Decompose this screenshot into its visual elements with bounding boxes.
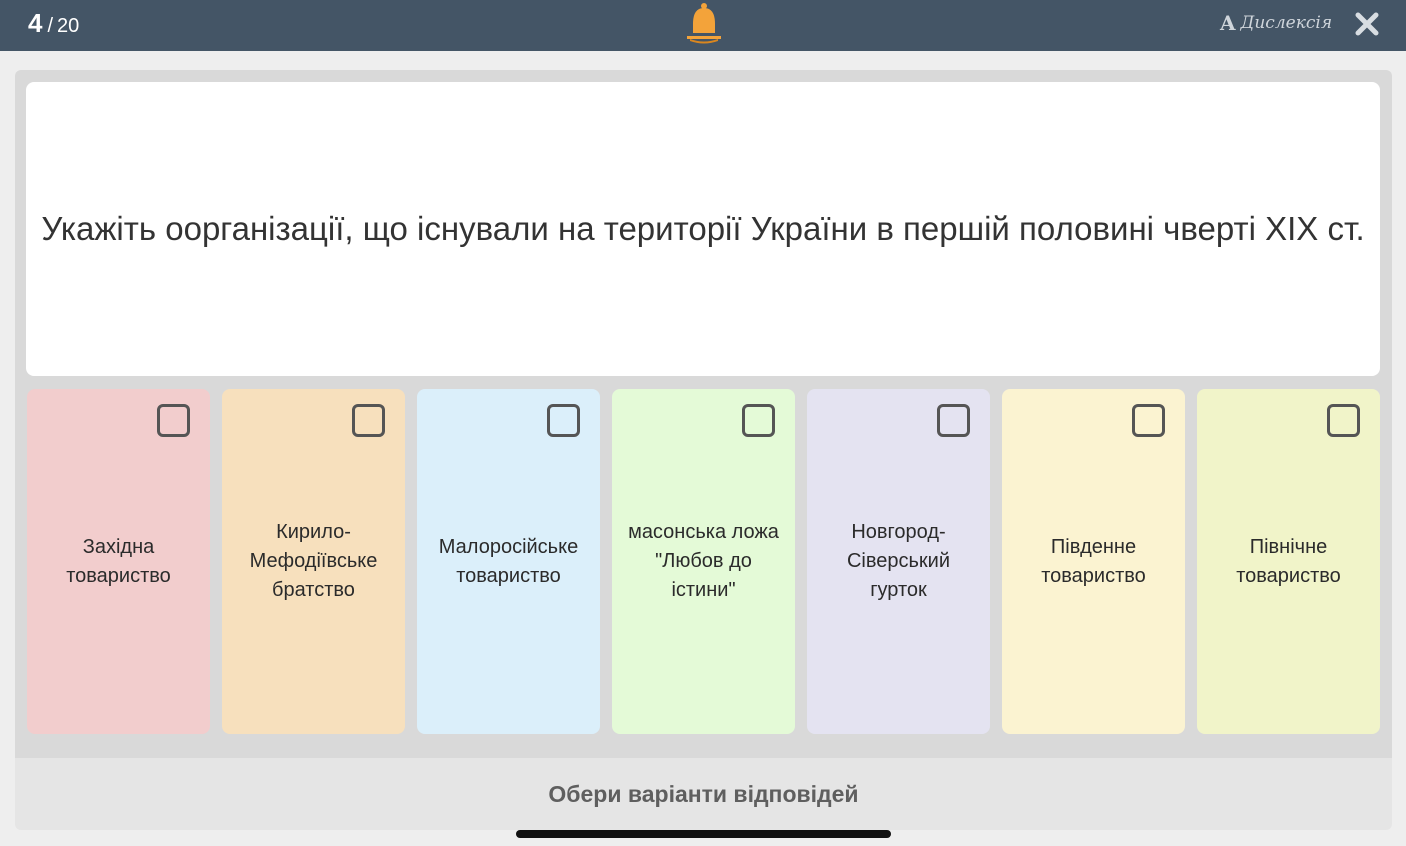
question-text: Укажіть оорганізації, що існували на тер… bbox=[26, 82, 1380, 376]
quiz-frame: Укажіть оорганізації, що існували на тер… bbox=[15, 70, 1392, 758]
option-label: Кирило-Мефодіївське братство bbox=[249, 521, 378, 601]
checkbox[interactable] bbox=[157, 404, 190, 437]
option-card[interactable]: Західна товариство bbox=[27, 389, 210, 734]
close-icon[interactable] bbox=[1352, 9, 1382, 39]
dyslexia-label: Дислексія bbox=[1240, 13, 1333, 33]
top-bar: 4 / 20 A Дислексія bbox=[0, 0, 1406, 51]
bell-icon[interactable] bbox=[684, 2, 724, 46]
answer-instruction-bar: Обери варіанти відповідей bbox=[15, 758, 1392, 830]
checkbox[interactable] bbox=[1327, 404, 1360, 437]
checkbox[interactable] bbox=[352, 404, 385, 437]
option-card[interactable]: Кирило-Мефодіївське братство bbox=[222, 389, 405, 734]
total-questions: 20 bbox=[57, 15, 80, 37]
instruction-text: Обери варіанти відповідей bbox=[548, 780, 859, 807]
checkbox[interactable] bbox=[937, 404, 970, 437]
option-card[interactable]: Новгород-Сіверський гурток bbox=[807, 389, 990, 734]
checkbox[interactable] bbox=[1132, 404, 1165, 437]
question-progress: 4 / 20 bbox=[28, 8, 79, 40]
dyslexia-toggle[interactable]: A Дислексія bbox=[1220, 10, 1332, 36]
answer-options: Західна товариство Кирило-Мефодіївське б… bbox=[27, 389, 1380, 734]
option-label: Малоросійське товариство bbox=[438, 535, 579, 587]
option-label: Новгород-Сіверський гурток bbox=[846, 521, 951, 601]
progress-separator: / bbox=[47, 15, 54, 37]
current-question-number: 4 bbox=[28, 8, 43, 38]
option-label: масонська ложа "Любов до істини" bbox=[628, 521, 779, 601]
checkbox[interactable] bbox=[742, 404, 775, 437]
option-card[interactable]: масонська ложа "Любов до істини" bbox=[612, 389, 795, 734]
option-label: Західна товариство bbox=[66, 535, 171, 587]
dyslexia-letter-icon: A bbox=[1220, 11, 1236, 35]
option-card[interactable]: Малоросійське товариство bbox=[417, 389, 600, 734]
option-card[interactable]: Північне товариство bbox=[1197, 389, 1380, 734]
option-label: Південне товариство bbox=[1041, 535, 1146, 587]
option-label: Північне товариство bbox=[1236, 535, 1341, 587]
home-indicator bbox=[516, 830, 891, 838]
checkbox[interactable] bbox=[547, 404, 580, 437]
option-card[interactable]: Південне товариство bbox=[1002, 389, 1185, 734]
